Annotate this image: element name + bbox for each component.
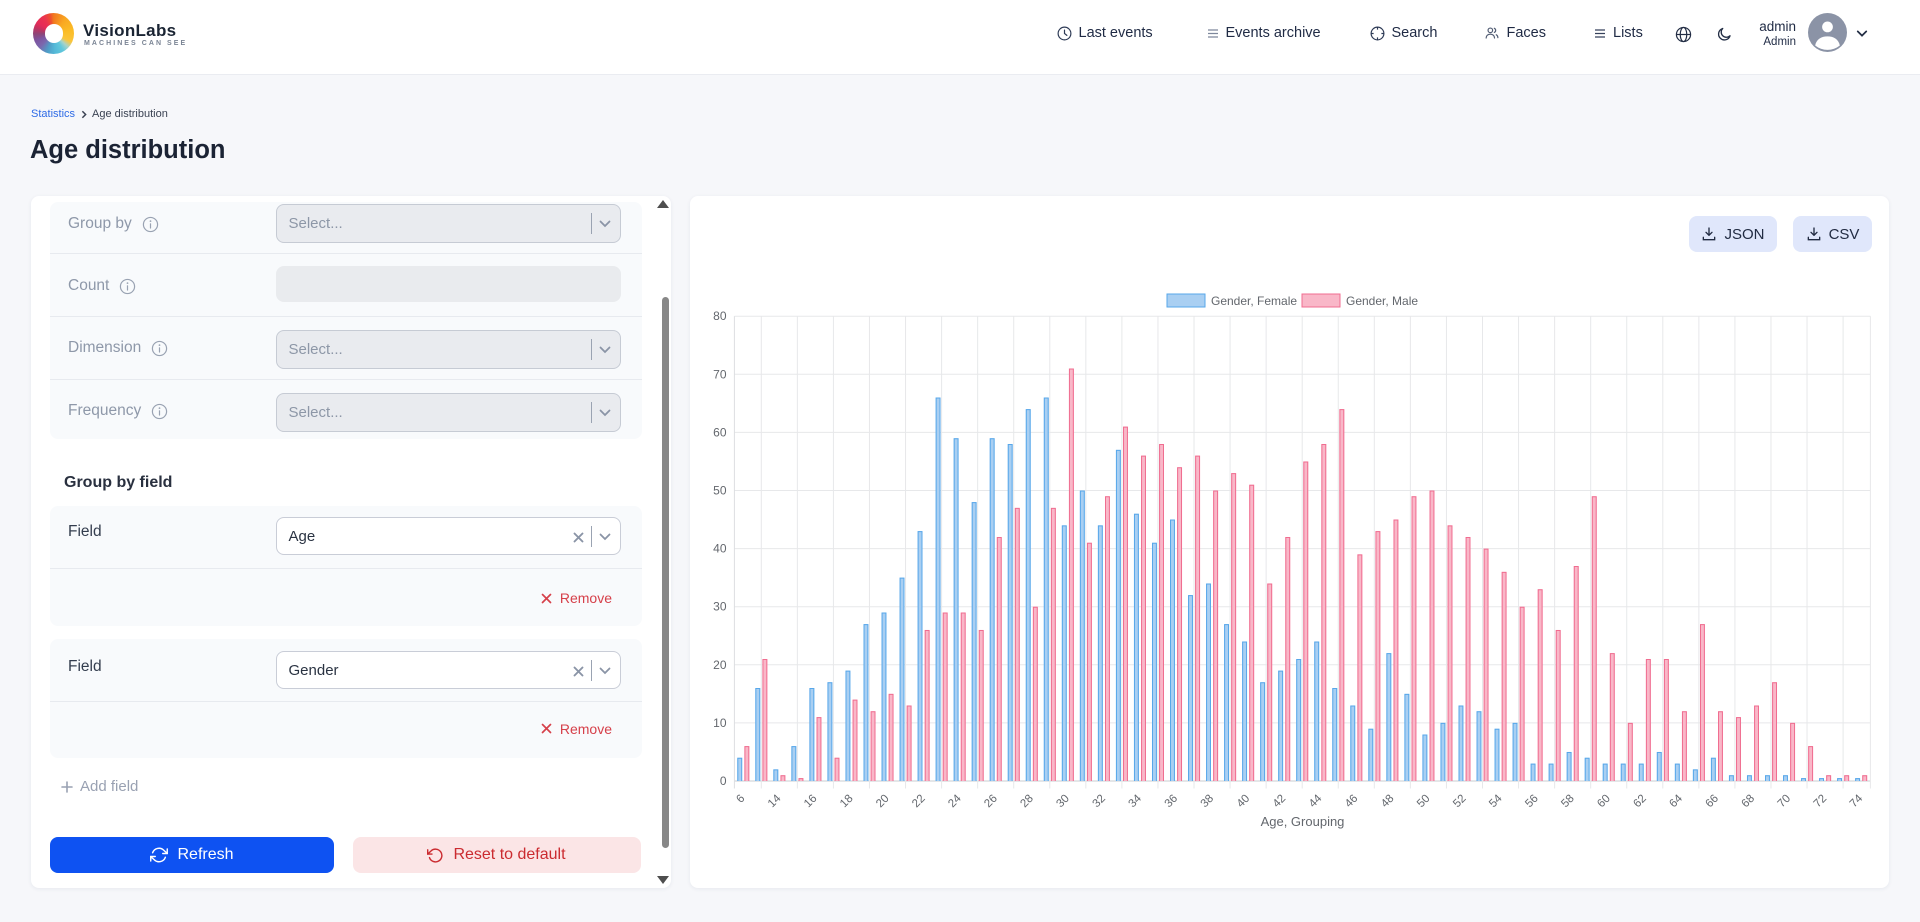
svg-text:56: 56	[1523, 793, 1541, 811]
svg-text:18: 18	[838, 793, 856, 811]
svg-text:60: 60	[1595, 793, 1613, 811]
svg-text:32: 32	[1090, 793, 1108, 811]
svg-text:22: 22	[910, 793, 928, 811]
svg-text:70: 70	[713, 367, 727, 381]
svg-text:16: 16	[802, 793, 820, 811]
svg-text:60: 60	[713, 425, 727, 439]
svg-text:Gender, Male: Gender, Male	[1346, 294, 1418, 308]
svg-text:58: 58	[1559, 793, 1577, 811]
svg-text:74: 74	[1848, 792, 1866, 810]
svg-text:72: 72	[1812, 793, 1830, 811]
svg-text:20: 20	[874, 793, 892, 811]
svg-text:24: 24	[946, 792, 964, 810]
svg-text:30: 30	[1054, 793, 1072, 811]
svg-text:20: 20	[713, 658, 727, 672]
svg-text:34: 34	[1127, 792, 1145, 810]
svg-text:66: 66	[1704, 793, 1722, 811]
svg-text:40: 40	[1235, 793, 1253, 811]
svg-text:Gender, Female: Gender, Female	[1211, 294, 1297, 308]
svg-text:44: 44	[1307, 792, 1325, 810]
svg-text:50: 50	[1415, 793, 1433, 811]
svg-text:80: 80	[713, 309, 727, 323]
svg-text:28: 28	[1018, 793, 1036, 811]
svg-text:54: 54	[1487, 792, 1505, 810]
svg-text:64: 64	[1667, 792, 1685, 810]
svg-text:62: 62	[1631, 793, 1649, 811]
svg-text:6: 6	[734, 793, 747, 806]
svg-text:68: 68	[1740, 793, 1758, 811]
svg-text:26: 26	[982, 793, 1000, 811]
svg-text:0: 0	[720, 774, 727, 788]
svg-text:10: 10	[713, 716, 727, 730]
svg-text:70: 70	[1776, 793, 1794, 811]
svg-text:50: 50	[713, 484, 727, 498]
svg-text:46: 46	[1343, 793, 1361, 811]
svg-text:42: 42	[1271, 793, 1289, 811]
svg-text:40: 40	[713, 542, 727, 556]
svg-text:14: 14	[766, 792, 784, 810]
svg-text:36: 36	[1163, 793, 1181, 811]
svg-text:52: 52	[1451, 793, 1469, 811]
svg-text:48: 48	[1379, 793, 1397, 811]
svg-text:38: 38	[1199, 793, 1217, 811]
svg-text:30: 30	[713, 600, 727, 614]
svg-text:Age, Grouping: Age, Grouping	[1261, 814, 1345, 829]
